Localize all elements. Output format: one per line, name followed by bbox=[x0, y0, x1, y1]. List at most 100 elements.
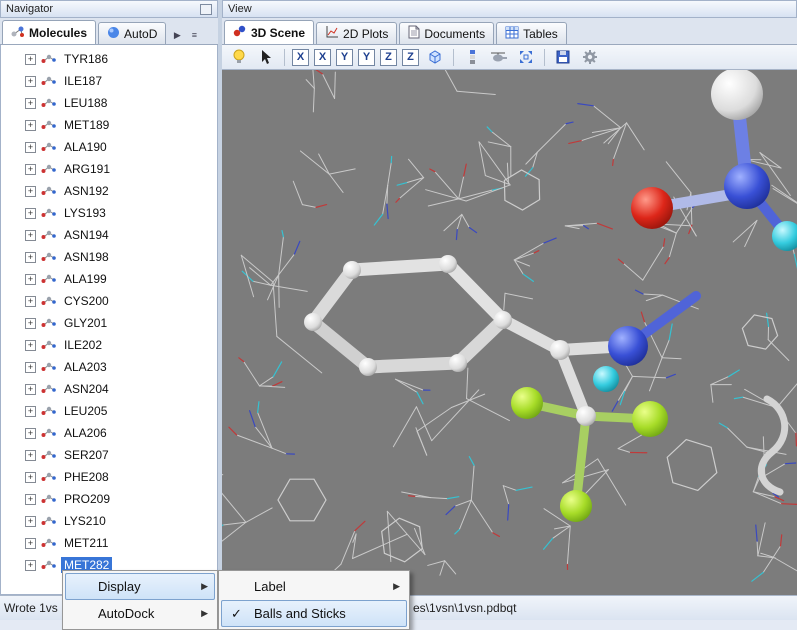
menu-item-label: Display bbox=[98, 579, 141, 594]
tab-tables[interactable]: Tables bbox=[496, 22, 567, 44]
view-along-x-button[interactable]: X bbox=[292, 49, 309, 66]
residue-icon bbox=[41, 228, 56, 243]
expand-icon[interactable]: + bbox=[25, 362, 36, 373]
expand-icon[interactable]: + bbox=[25, 76, 36, 87]
tree-item-tyr186[interactable]: + TYR186 bbox=[1, 48, 217, 70]
tab-scroll-right-button[interactable]: ▶ bbox=[169, 26, 185, 44]
view-along-z-button[interactable]: Z bbox=[380, 49, 397, 66]
tree-item-label: LYS193 bbox=[61, 205, 109, 221]
expand-icon[interactable]: + bbox=[25, 296, 36, 307]
expand-icon[interactable]: + bbox=[25, 340, 36, 351]
residue-icon bbox=[41, 316, 56, 331]
expand-icon[interactable]: + bbox=[25, 384, 36, 395]
fluorine-atom bbox=[632, 401, 668, 437]
3d-scene-canvas bbox=[222, 70, 797, 595]
tab-list-button[interactable]: ≡ bbox=[186, 26, 202, 44]
residue-icon bbox=[41, 360, 56, 375]
tree-item-ala199[interactable]: +ALA199 bbox=[1, 268, 217, 290]
tree-item-arg191[interactable]: + ARG191 bbox=[1, 158, 217, 180]
tab-autodock-tools[interactable]: AutoD bbox=[98, 22, 166, 44]
tree-item-ala206[interactable]: +ALA206 bbox=[1, 422, 217, 444]
expand-icon[interactable]: + bbox=[25, 560, 36, 571]
tree-item-label: LEU205 bbox=[61, 403, 110, 419]
menu-item-display[interactable]: Display ▶ bbox=[65, 573, 215, 600]
expand-icon[interactable]: + bbox=[25, 450, 36, 461]
tree-item-label: ARG191 bbox=[61, 161, 113, 177]
tree-item-met211[interactable]: +MET211 bbox=[1, 532, 217, 554]
tree-item-label: GLY201 bbox=[61, 315, 110, 331]
expand-icon[interactable]: + bbox=[25, 252, 36, 263]
status-file-path: es\1vsn\1vsn.pdbqt bbox=[413, 596, 516, 620]
tree-item-lys210[interactable]: +LYS210 bbox=[1, 510, 217, 532]
tab-3d-scene[interactable]: 3D Scene bbox=[224, 20, 314, 44]
ball-stick-atoms bbox=[304, 70, 797, 522]
tree-item-ser207[interactable]: +SER207 bbox=[1, 444, 217, 466]
expand-icon[interactable]: + bbox=[25, 274, 36, 285]
residue-icon bbox=[41, 536, 56, 551]
tree-item-lys193[interactable]: + LYS193 bbox=[1, 202, 217, 224]
tree-item-gly201[interactable]: + GLY201 bbox=[1, 312, 217, 334]
expand-icon[interactable]: + bbox=[25, 428, 36, 439]
tree-item-met189[interactable]: +MET189 bbox=[1, 114, 217, 136]
fly-camera-button[interactable] bbox=[487, 46, 511, 69]
tree-item-asn198[interactable]: +ASN198 bbox=[1, 246, 217, 268]
expand-icon[interactable]: + bbox=[25, 406, 36, 417]
view-along-minus-y-button[interactable]: Y bbox=[358, 49, 375, 66]
expand-icon[interactable]: + bbox=[25, 208, 36, 219]
menu-item-label-submenu[interactable]: Label ▶ bbox=[221, 573, 407, 600]
menu-item-autodock[interactable]: AutoDock ▶ bbox=[65, 600, 215, 627]
save-scene-button[interactable] bbox=[551, 46, 575, 69]
expand-icon[interactable]: + bbox=[25, 318, 36, 329]
tree-item-asn204[interactable]: + ASN204 bbox=[1, 378, 217, 400]
view-along-minus-x-button[interactable]: X bbox=[314, 49, 331, 66]
center-scene-button[interactable] bbox=[514, 46, 538, 69]
context-menu: Display ▶ AutoDock ▶ bbox=[62, 570, 218, 630]
view-tab-bar: 3D Scene 2D Plots Documents Tables bbox=[222, 18, 797, 45]
expand-icon[interactable]: + bbox=[25, 538, 36, 549]
tab-label: Molecules bbox=[29, 26, 87, 40]
fluorine-atom bbox=[560, 490, 592, 522]
tree-item-asn192[interactable]: +ASN192 bbox=[1, 180, 217, 202]
expand-icon[interactable]: + bbox=[25, 472, 36, 483]
expand-icon[interactable]: + bbox=[25, 230, 36, 241]
cube-view-button[interactable] bbox=[423, 46, 447, 69]
clip-planes-button[interactable] bbox=[460, 46, 484, 69]
residue-icon bbox=[41, 272, 56, 287]
tree-item-label: TYR186 bbox=[61, 51, 111, 67]
tree-item-asn194[interactable]: +ASN194 bbox=[1, 224, 217, 246]
light-toggle-button[interactable] bbox=[227, 46, 251, 69]
submenu-arrow-icon: ▶ bbox=[201, 581, 208, 592]
tree-item-label: ASN204 bbox=[61, 381, 112, 397]
tree-item-phe208[interactable]: +PHE208 bbox=[1, 466, 217, 488]
menu-item-balls-and-sticks[interactable]: ✓ Balls and Sticks bbox=[221, 600, 407, 627]
picking-mode-button[interactable] bbox=[254, 46, 278, 69]
expand-icon[interactable]: + bbox=[25, 164, 36, 175]
view-along-minus-z-button[interactable]: Z bbox=[402, 49, 419, 66]
residue-icon bbox=[41, 184, 56, 199]
tab-label: AutoD bbox=[124, 27, 157, 41]
expand-icon[interactable]: + bbox=[25, 516, 36, 527]
tree-item-ile187[interactable]: +ILE187 bbox=[1, 70, 217, 92]
tree-item-pro209[interactable]: +PRO209 bbox=[1, 488, 217, 510]
residue-icon bbox=[41, 140, 56, 155]
tree-item-leu188[interactable]: +LEU188 bbox=[1, 92, 217, 114]
view-along-y-button[interactable]: Y bbox=[336, 49, 353, 66]
tree-item-ile202[interactable]: +ILE202 bbox=[1, 334, 217, 356]
tree-item-cys200[interactable]: +CYS200 bbox=[1, 290, 217, 312]
tab-molecules[interactable]: Molecules bbox=[2, 20, 96, 44]
scene-settings-gear-button[interactable] bbox=[578, 46, 602, 69]
3d-viewport[interactable] bbox=[222, 70, 797, 595]
tab-documents[interactable]: Documents bbox=[399, 22, 494, 44]
undock-panel-icon[interactable] bbox=[200, 4, 212, 15]
tree-item-ala203[interactable]: +ALA203 bbox=[1, 356, 217, 378]
expand-icon[interactable]: + bbox=[25, 186, 36, 197]
expand-icon[interactable]: + bbox=[25, 54, 36, 65]
tab-2d-plots[interactable]: 2D Plots bbox=[316, 22, 397, 44]
tree-item-ala190[interactable]: +ALA190 bbox=[1, 136, 217, 158]
expand-icon[interactable]: + bbox=[25, 120, 36, 131]
expand-icon[interactable]: + bbox=[25, 142, 36, 153]
tree-item-leu205[interactable]: + LEU205 bbox=[1, 400, 217, 422]
expand-icon[interactable]: + bbox=[25, 494, 36, 505]
residue-icon bbox=[41, 74, 56, 89]
expand-icon[interactable]: + bbox=[25, 98, 36, 109]
